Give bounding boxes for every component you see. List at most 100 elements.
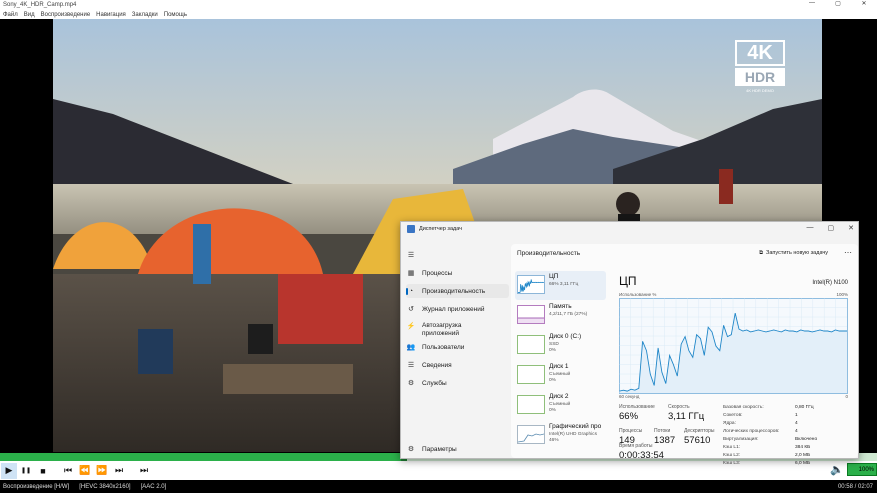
stat-usage-value: 66%	[619, 411, 639, 422]
detail-key: Виртуализация:	[723, 437, 759, 442]
menu-playback[interactable]: Воспроизведение	[41, 12, 91, 18]
stat-handles-value: 57610	[684, 435, 711, 446]
nav-services-label: Службы	[422, 379, 447, 387]
nav-users-label: Пользователи	[422, 343, 465, 351]
minimize-button[interactable]: —	[799, 0, 825, 7]
stat-uptime-value: 0:00:33:54	[619, 450, 664, 461]
nav-settings-label: Параметры	[422, 445, 457, 453]
device-disk2-sub: Съемный 0%	[549, 402, 570, 414]
graph-min-label: 0	[845, 394, 848, 399]
nav-details[interactable]: ☰ Сведения	[406, 358, 509, 372]
play-button[interactable]: ▶	[1, 462, 17, 479]
task-manager-title: Диспетчер задач	[419, 226, 463, 232]
volume-slider[interactable]: 100%	[847, 463, 877, 476]
window-title: Sony_4K_HDR_Camp.mp4	[3, 2, 77, 8]
detail-key: Кэш L2:	[723, 453, 741, 458]
cpu-mini-graph	[517, 279, 544, 294]
menu-navigation[interactable]: Навигация	[96, 12, 126, 18]
performance-header: Производительность	[517, 250, 581, 257]
detail-value: 4	[795, 421, 798, 426]
users-icon: 👥	[406, 344, 416, 351]
frame-step-button[interactable]: ⏭	[136, 463, 152, 479]
badge-hdr: HDR	[735, 68, 785, 86]
detail-key: Базовая скорость:	[723, 405, 764, 410]
performance-icon: ◔	[408, 287, 414, 295]
detail-value: 2,0 МБ	[795, 453, 811, 458]
maximize-button[interactable]: ▢	[825, 0, 851, 7]
disk0-usage: 0%	[549, 348, 556, 353]
nav-startup-apps[interactable]: ⚡ Автозагрузка приложений	[406, 320, 509, 338]
device-disk1-name: Диск 1	[549, 363, 569, 370]
nav-app-history[interactable]: ↺ Журнал приложений	[406, 302, 509, 316]
stat-speed-label: Скорость	[668, 404, 690, 410]
settings-icon: ⚙	[407, 446, 415, 453]
cpu-title: ЦП	[619, 274, 637, 288]
next-button[interactable]: ⏭	[111, 463, 127, 479]
forward-button[interactable]: ⏩	[94, 463, 110, 479]
stat-speed: Скорость 3,11 ГГц	[668, 404, 704, 422]
task-manager-nav: ☰ ▦ Процессы ◔ Производительность ↺ Журнал …	[401, 244, 509, 460]
processes-icon: ▦	[407, 270, 415, 277]
nav-users[interactable]: 👥 Пользователи	[406, 340, 509, 354]
device-disk1[interactable]: Диск 1 Съемный 0%	[515, 361, 606, 390]
status-time: 00:58 / 02:07	[837, 483, 873, 490]
status-video-codec: [HEVC 3840x2160]	[79, 483, 131, 490]
stop-button[interactable]: ■	[35, 463, 51, 479]
disk1-usage: 0%	[549, 378, 556, 383]
volume-control: 🔈 100%	[830, 463, 877, 476]
menu-bookmarks[interactable]: Закладки	[132, 12, 158, 18]
hamburger-menu-button[interactable]: ☰	[406, 248, 509, 262]
device-gpu-sub: Intel(R) UHD Graphics 46%	[549, 432, 597, 444]
task-manager-window: Диспетчер задач — ▢ ✕ ☰ ▦ Процессы ◔ Произ…	[400, 221, 859, 466]
tm-minimize-button[interactable]: —	[807, 224, 814, 232]
device-disk0-name: Диск 0 (C:)	[549, 333, 582, 340]
detail-key: Кэш L3:	[723, 461, 741, 466]
menu-file[interactable]: Файл	[3, 12, 18, 18]
nav-processes-label: Процессы	[422, 269, 453, 277]
tm-maximize-button[interactable]: ▢	[828, 224, 835, 232]
badge-sub: 4K HDR DEMO	[746, 88, 774, 93]
detail-value: 1	[795, 413, 798, 418]
disk2-usage: 0%	[549, 408, 556, 413]
close-button[interactable]: ✕	[851, 0, 877, 7]
device-disk2-name: Диск 2	[549, 393, 569, 400]
tm-close-button[interactable]: ✕	[848, 224, 854, 232]
hamburger-icon: ☰	[407, 252, 415, 259]
detail-key: Ядра:	[723, 421, 736, 426]
task-manager-titlebar: Диспетчер задач — ▢ ✕	[401, 222, 858, 236]
stat-threads-label: Потоки	[654, 428, 671, 434]
status-audio-codec: [AAC 2.0]	[140, 483, 167, 490]
performance-panel: Производительность ⧉ Запустить новую зада…	[511, 244, 858, 466]
memory-mini-graph	[518, 317, 544, 323]
menu-help[interactable]: Помощь	[164, 12, 187, 18]
nav-details-label: Сведения	[422, 361, 452, 369]
previous-button[interactable]: ⏮	[60, 463, 76, 479]
nav-processes[interactable]: ▦ Процессы	[406, 266, 509, 280]
stat-handles: Дескрипторы 57610	[684, 428, 715, 446]
device-disk0[interactable]: Диск 0 (C:) SSD 0%	[515, 331, 606, 360]
nav-settings[interactable]: ⚙ Параметры	[406, 442, 509, 456]
new-task-label: Запустить новую задачу	[766, 250, 828, 256]
nav-performance[interactable]: ◔ Производительность	[406, 284, 509, 298]
rewind-button[interactable]: ⏪	[77, 463, 93, 479]
nav-app-history-label: Журнал приложений	[422, 305, 485, 313]
nav-services[interactable]: ⚙ Службы	[406, 376, 509, 390]
graph-time-label: 60 секунд	[619, 394, 640, 399]
details-icon: ☰	[407, 362, 415, 369]
stat-processes-label: Процессы	[619, 428, 643, 434]
device-disk1-sub: Съемный 0%	[549, 372, 570, 384]
more-options-icon[interactable]: ⋯	[844, 248, 852, 257]
device-cpu[interactable]: ЦП 66% 3,11 ГГц	[515, 271, 606, 300]
detail-key: Кэш L1:	[723, 445, 741, 450]
device-disk2[interactable]: Диск 2 Съемный 0%	[515, 391, 606, 420]
speaker-icon[interactable]: 🔈	[830, 463, 844, 476]
detail-key: Логических процессоров:	[723, 429, 780, 434]
pause-button[interactable]: ❚❚	[18, 463, 34, 479]
device-gpu[interactable]: Графический про Intel(R) UHD Graphics 46%	[515, 421, 606, 450]
startup-icon: ⚡	[406, 323, 416, 330]
device-disk0-sub: SSD 0%	[549, 342, 559, 354]
device-memory[interactable]: Память 4,2/11,7 ГБ (27%)	[515, 301, 606, 330]
menu-view[interactable]: Вид	[24, 12, 35, 18]
new-task-button[interactable]: ⧉ Запустить новую задачу	[759, 250, 828, 257]
gpu-usage: 46%	[549, 438, 559, 443]
